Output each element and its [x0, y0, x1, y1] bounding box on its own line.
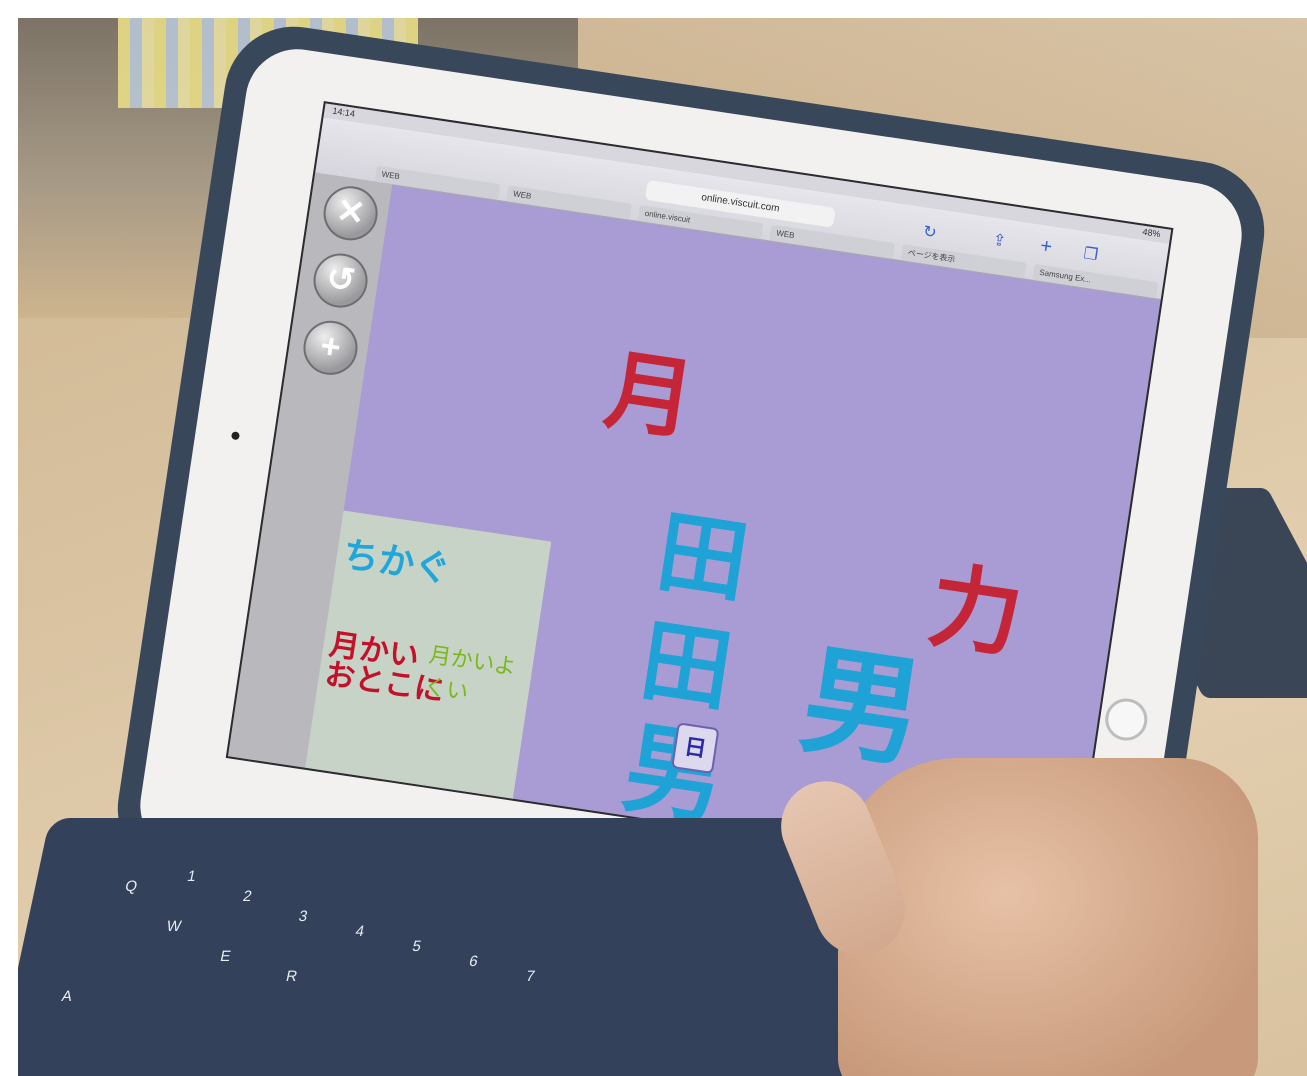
- tab[interactable]: WEB: [506, 185, 633, 220]
- drawn-kanji-otoko[interactable]: 男: [792, 602, 936, 792]
- keyboard-key[interactable]: 3: [297, 908, 309, 925]
- keyboard-key[interactable]: R: [284, 968, 298, 985]
- drawn-kanji-chikara[interactable]: 力: [921, 531, 1032, 676]
- keyboard-key[interactable]: 2: [241, 888, 253, 905]
- keyboard-key[interactable]: 7: [524, 968, 536, 985]
- new-tab-icon[interactable]: +: [1039, 235, 1054, 259]
- battery-level: 48%: [1141, 226, 1162, 240]
- tab[interactable]: ページを表示: [900, 244, 1027, 279]
- stamp-tool[interactable]: 日: [671, 722, 720, 774]
- tab[interactable]: WEB: [769, 224, 896, 259]
- keyboard-key[interactable]: Q: [124, 878, 139, 895]
- camera-icon: [230, 431, 240, 441]
- keyboard-key[interactable]: A: [60, 988, 74, 1005]
- drawing-palette[interactable]: ちかぐ 月かい おとこに 月かいよくい: [303, 510, 552, 809]
- close-button[interactable]: ✕: [319, 182, 382, 245]
- browser-toolbar: online.viscuit.com ↻ ⇪ + ❐ WEB WEB onlin…: [315, 117, 1170, 301]
- keyboard-key[interactable]: E: [219, 948, 233, 965]
- status-time: 14:14: [331, 105, 356, 119]
- keyboard-key[interactable]: 5: [411, 938, 423, 955]
- keyboard-key[interactable]: 6: [468, 953, 480, 970]
- reload-icon[interactable]: ↻: [922, 221, 938, 243]
- share-icon[interactable]: ⇪: [991, 230, 1007, 252]
- drawn-kanji-tsuki[interactable]: 月: [598, 319, 704, 458]
- home-button[interactable]: [1102, 695, 1151, 744]
- add-button[interactable]: +: [299, 317, 362, 379]
- keyboard-key[interactable]: 4: [354, 923, 366, 940]
- tab[interactable]: WEB: [374, 165, 501, 200]
- tab[interactable]: Samsung Ex...: [1032, 263, 1159, 299]
- keyboard-key[interactable]: 1: [186, 868, 198, 885]
- keyboard-key[interactable]: W: [165, 918, 183, 935]
- tabs-icon[interactable]: ❐: [1082, 243, 1099, 265]
- handwritten-note-blue: ちかぐ: [340, 533, 454, 590]
- photo: 14:14 48% online.viscuit.com ↻ ⇪ + ❐ WEB…: [18, 18, 1307, 1076]
- tab-strip: WEB WEB online.viscuit WEB ページを表示 Samsun…: [374, 165, 1159, 299]
- undo-button[interactable]: ↺: [309, 249, 372, 312]
